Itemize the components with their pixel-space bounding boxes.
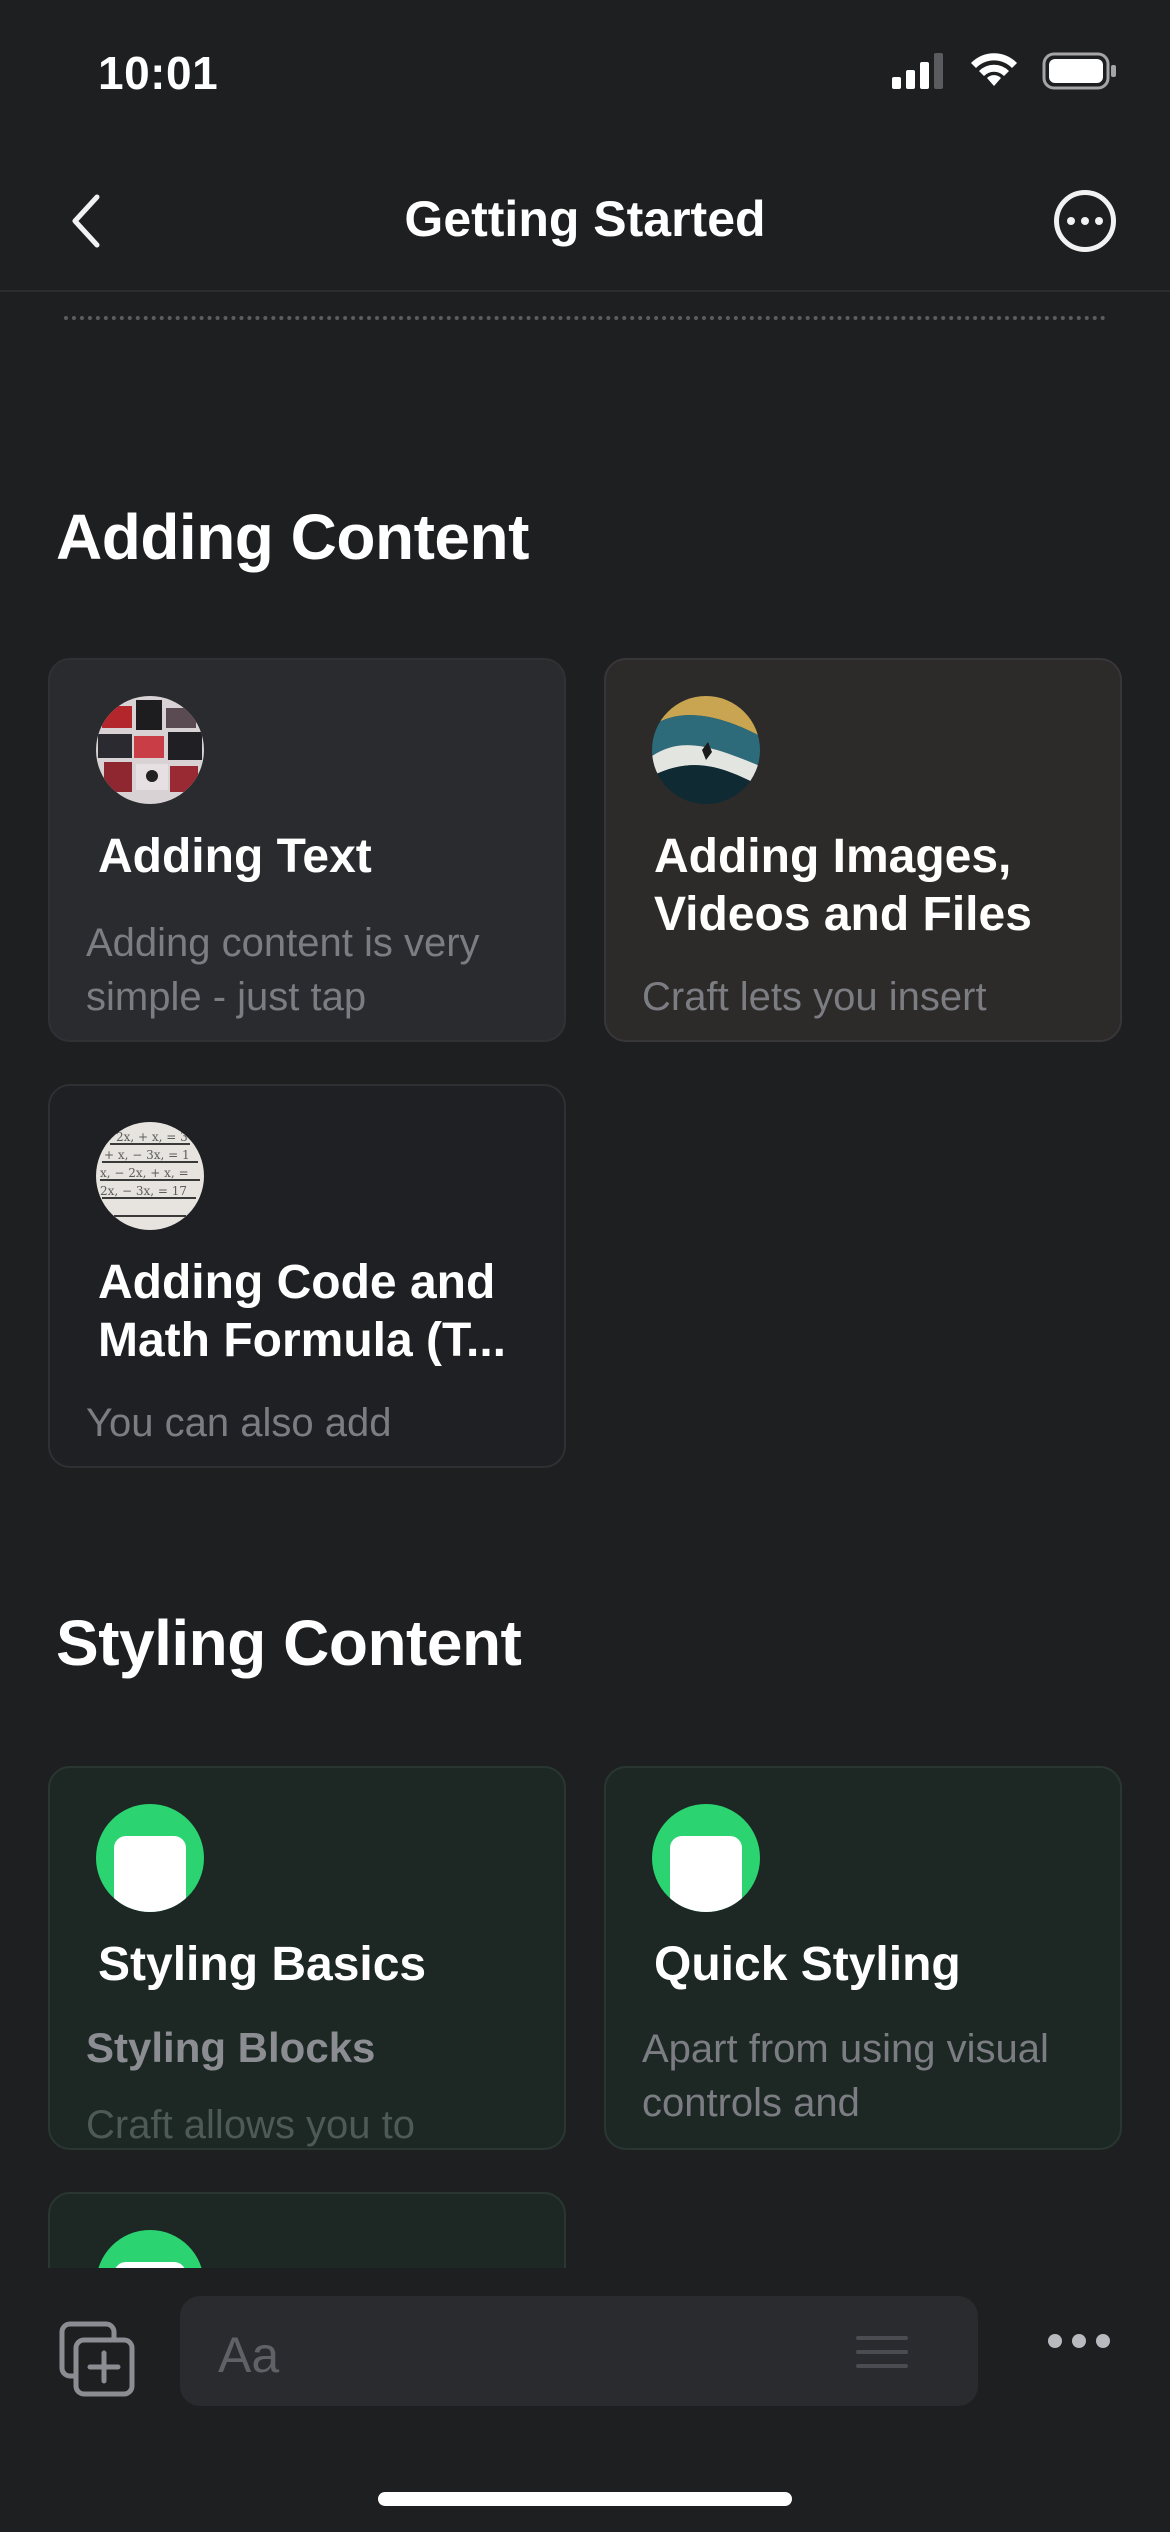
- svg-text:2x, + x, = 3: 2x, + x, = 3: [116, 1130, 188, 1144]
- card-title: Quick Styling: [654, 1938, 961, 1991]
- card-title: Adding Code and Math Formula (T...: [98, 1256, 506, 1367]
- divider: [64, 316, 1106, 320]
- text-input[interactable]: Aa: [180, 2296, 978, 2406]
- svg-text:x, − 2x, + x, =: x, − 2x, + x, =: [100, 1166, 189, 1180]
- card-adding-code[interactable]: 2x, + x, = 3 + x, − 3x, = 1 x, − 2x, + x…: [48, 1084, 566, 1468]
- card-quick-styling[interactable]: Quick Styling Apart from using visual co…: [604, 1766, 1122, 2150]
- wave-surfer-thumbnail: [652, 696, 760, 804]
- ellipsis-button[interactable]: [1048, 2334, 1110, 2348]
- home-indicator: [378, 2492, 792, 2506]
- battery-icon: [1042, 52, 1116, 90]
- more-button[interactable]: [1054, 190, 1116, 252]
- card-subtitle: Styling Blocks: [86, 2024, 376, 2071]
- card-preview-text: Adding content is very simple - just tap: [86, 921, 480, 1019]
- ellipsis-icon: [1048, 2334, 1062, 2348]
- wifi-icon: [971, 53, 1017, 86]
- card-adding-text[interactable]: Adding Text Adding content is very simpl…: [48, 658, 566, 1042]
- input-placeholder: Aa: [218, 2327, 280, 2383]
- text-style-icon[interactable]: [856, 2336, 908, 2378]
- card-preview-text: Craft allows you to: [86, 2103, 416, 2147]
- document-icon: [96, 1804, 204, 1912]
- math-equations-thumbnail: 2x, + x, = 3 + x, − 3x, = 1 x, − 2x, + x…: [96, 1122, 204, 1230]
- card-title: Adding Text: [98, 830, 372, 883]
- sticker-collage-thumbnail: [96, 696, 204, 804]
- add-page-button[interactable]: [58, 2320, 138, 2400]
- card-preview-text: You can also add: [86, 1401, 392, 1445]
- page-title: Getting Started: [404, 191, 766, 247]
- status-icons: [892, 52, 1118, 90]
- screen: 10:01 Getting Started Adding Content Add…: [0, 0, 1170, 2532]
- status-bar: 10:01: [0, 0, 1170, 140]
- card-preview-text: Apart from using visual controls and: [642, 2027, 1049, 2125]
- nav-bar: Getting Started: [0, 150, 1170, 292]
- card-title: Styling Basics: [98, 1938, 427, 1991]
- cellular-icon: [892, 53, 943, 89]
- document-icon: [652, 1804, 760, 1912]
- status-time: 10:01: [98, 47, 219, 99]
- card-preview-text: Craft lets you insert: [642, 975, 987, 1019]
- svg-text:+ x, − 3x, = 1: + x, − 3x, = 1: [104, 1148, 190, 1162]
- card-title: Adding Images, Videos and Files: [654, 830, 1032, 941]
- svg-text:2x, − 3x, = 17: 2x, − 3x, = 17: [100, 1184, 187, 1198]
- more-circle-icon: [1067, 217, 1075, 225]
- bottom-toolbar: Aa: [0, 2268, 1170, 2532]
- card-adding-images[interactable]: Adding Images, Videos and Files Craft le…: [604, 658, 1122, 1042]
- add-page-icon: [59, 2321, 135, 2397]
- section-title-adding-content: Adding Content: [56, 501, 529, 573]
- card-styling-basics[interactable]: Styling Basics Styling Blocks Craft allo…: [48, 1766, 566, 2150]
- section-title-styling-content: Styling Content: [56, 1607, 522, 1679]
